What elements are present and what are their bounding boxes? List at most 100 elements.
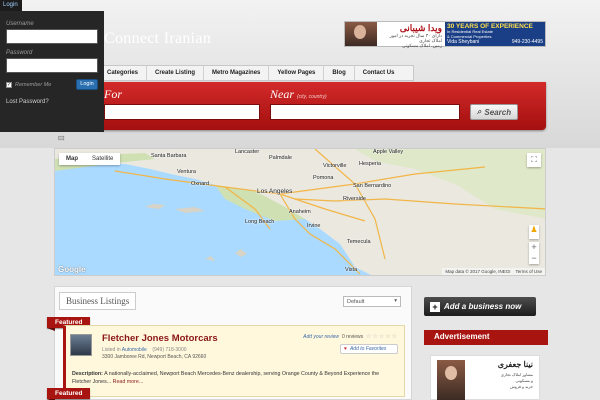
listed-in-label: Listed in: [102, 347, 121, 353]
login-button[interactable]: Login: [76, 79, 98, 90]
add-business-label: Add a business now: [444, 302, 522, 311]
business-listings-panel: Business Listings Default Featured Fletc…: [47, 286, 412, 400]
nav-item-categories[interactable]: Categories: [99, 66, 148, 80]
add-business-button[interactable]: + Add a business now: [424, 297, 536, 316]
ad-persian-block: ویدا شیبانی دارای ۳۰ سال تجربه در امور ا…: [377, 22, 445, 48]
listing-card: Fletcher Jones Motorcars Listed in Autom…: [63, 325, 405, 397]
sort-select[interactable]: Default: [343, 296, 401, 307]
search-button[interactable]: ⌕ Search: [470, 104, 518, 120]
ad-english-block: 30 YEARS OF EXPERIENCE In Residential Re…: [445, 22, 545, 46]
ad-agent-line: مشاور املاک تجاری: [500, 372, 533, 377]
sidebar-ad[interactable]: نینا جعفری مشاور املاک تجاری و مسکونی خر…: [430, 355, 540, 400]
plus-icon: +: [430, 301, 440, 312]
map-data-credit: Map data © 2017 Google, INEGI: [445, 269, 511, 274]
zoom-control: + −: [529, 242, 539, 264]
nav-item-yellow-pages[interactable]: Yellow Pages: [269, 66, 325, 80]
listing-reviews: Add your review 0 reviews ☆☆☆☆☆: [303, 333, 398, 341]
ad-agent-photo: [437, 360, 465, 400]
password-field[interactable]: [6, 58, 98, 73]
zoom-in-button[interactable]: +: [529, 242, 539, 253]
listing-meta: Listed in Automobile (949) 718-3000: [102, 347, 187, 353]
lost-password-link[interactable]: Lost Password?: [6, 99, 98, 105]
google-logo: Google: [58, 265, 86, 274]
ad-persian-sub: دارای ۳۰ سال تجربه در امور املاک تجاری: [389, 33, 442, 43]
search-band: For Near (city, country) ⌕ Search: [98, 82, 546, 130]
listing-name[interactable]: Fletcher Jones Motorcars: [102, 333, 218, 344]
zoom-out-button[interactable]: −: [529, 253, 539, 264]
remember-me-checkbox[interactable]: ✓: [6, 81, 12, 88]
map-city-label: Riverside: [343, 196, 366, 202]
ad-contact: Vida Sheybani 949-230-4495: [447, 39, 543, 45]
ad-agent-line: خرید و فروش: [510, 384, 533, 389]
search-near-input[interactable]: [270, 104, 460, 120]
search-near-hint: (city, country): [297, 94, 327, 100]
map-city-label: Pomona: [313, 175, 334, 181]
search-for-input[interactable]: [104, 104, 260, 120]
nav-item-create-listing[interactable]: Create Listing: [147, 66, 205, 80]
map-city-label: Oxnard: [191, 181, 210, 187]
login-panel: Username Password ✓ Remember Me Login Lo…: [0, 11, 104, 132]
ad-persian-name: ویدا شیبانی: [399, 23, 442, 33]
ad-agent-line: و مسکونی: [515, 378, 533, 383]
map-city-label: Temecula: [347, 239, 371, 245]
tab-map[interactable]: Map: [59, 153, 85, 165]
map-city-label: San Bernardino: [353, 183, 392, 189]
add-to-favorites-label: Add to Favorites: [349, 346, 387, 352]
listing-phone: (949) 718-3000: [152, 347, 187, 353]
map-city-label: Ventura: [177, 169, 196, 175]
header-ad-banner[interactable]: ویدا شیبانی دارای ۳۰ سال تجربه در امور ا…: [344, 21, 546, 48]
search-near-label: Near (city, country): [270, 87, 327, 101]
nav-item-metro-magazines[interactable]: Metro Magazines: [204, 66, 270, 80]
advertisement-header: Advertisement: [424, 330, 548, 345]
map-city-label: Victorville: [323, 163, 347, 169]
main-nav: Categories Create Listing Metro Magazine…: [98, 65, 414, 81]
search-icon: ⌕: [476, 107, 482, 116]
ad-portrait: [345, 22, 377, 46]
map-widget[interactable]: Santa Barbara Ventura Oxnard Los Angeles…: [54, 148, 546, 276]
ad-persian-sub: زمین، املاک مسکونی: [402, 43, 442, 48]
map-terms-link[interactable]: Terms of Use: [515, 269, 542, 274]
map-city-label: Anaheim: [289, 209, 311, 215]
read-more-link[interactable]: Read more...: [113, 379, 144, 385]
username-field[interactable]: [6, 29, 98, 44]
map-city-label: Apple Valley: [373, 149, 404, 155]
map-type-tabs: Map Satellite: [59, 153, 121, 165]
listing-thumbnail[interactable]: [70, 334, 92, 356]
map-city-label: Long Beach: [245, 219, 275, 225]
login-tab[interactable]: Login: [0, 0, 22, 11]
review-count: 0 reviews: [341, 333, 364, 340]
nav-item-blog[interactable]: Blog: [324, 66, 355, 80]
password-label: Password: [6, 50, 33, 56]
ad-phone: 949-230-4495: [511, 39, 543, 45]
street-view-icon[interactable]: ♟: [529, 225, 539, 239]
fullscreen-icon[interactable]: ⛶: [527, 153, 541, 167]
listing-address: 3300 Jamboree Rd, Newport Beach, CA 9266…: [102, 354, 207, 360]
map-city-label: Vista: [345, 267, 358, 273]
featured-ribbon: Featured: [47, 388, 91, 400]
listing-description: Description: A nationally-acclaimed, New…: [72, 370, 398, 386]
business-listings-title: Business Listings: [59, 292, 137, 310]
tab-satellite[interactable]: Satellite: [85, 153, 120, 165]
map-city-label: Palmdale: [269, 155, 292, 161]
search-button-label: Search: [484, 107, 512, 117]
map-city-label: Los Angeles: [257, 188, 293, 195]
add-review-link[interactable]: Add your review: [303, 334, 339, 340]
ad-agent-name: نینا جعفری: [497, 360, 533, 369]
broken-image-icon: 🖾: [58, 136, 65, 142]
remember-me-label: Remember Me: [15, 81, 52, 88]
search-for-label: For: [104, 87, 122, 101]
listing-category-link[interactable]: Automobile: [122, 347, 147, 353]
username-label: Username: [6, 21, 34, 27]
map-city-label: Irvine: [307, 223, 321, 229]
map-city-label: Lancaster: [235, 149, 260, 155]
ad-name: Vida Sheybani: [447, 39, 480, 45]
map-city-label: Hesperia: [359, 161, 382, 167]
site-brand[interactable]: Connect Iranian: [104, 30, 211, 48]
add-to-favorites-button[interactable]: ♥ Add to Favorites: [340, 344, 398, 354]
map-city-label: Santa Barbara: [151, 153, 187, 159]
nav-item-contact-us[interactable]: Contact Us: [355, 66, 403, 80]
rating-stars: ☆☆☆☆☆: [366, 334, 398, 340]
map-attribution: Map data © 2017 Google, INEGI Terms of U…: [442, 268, 545, 275]
description-label: Description:: [72, 371, 103, 377]
heart-icon: ♥: [344, 346, 347, 352]
